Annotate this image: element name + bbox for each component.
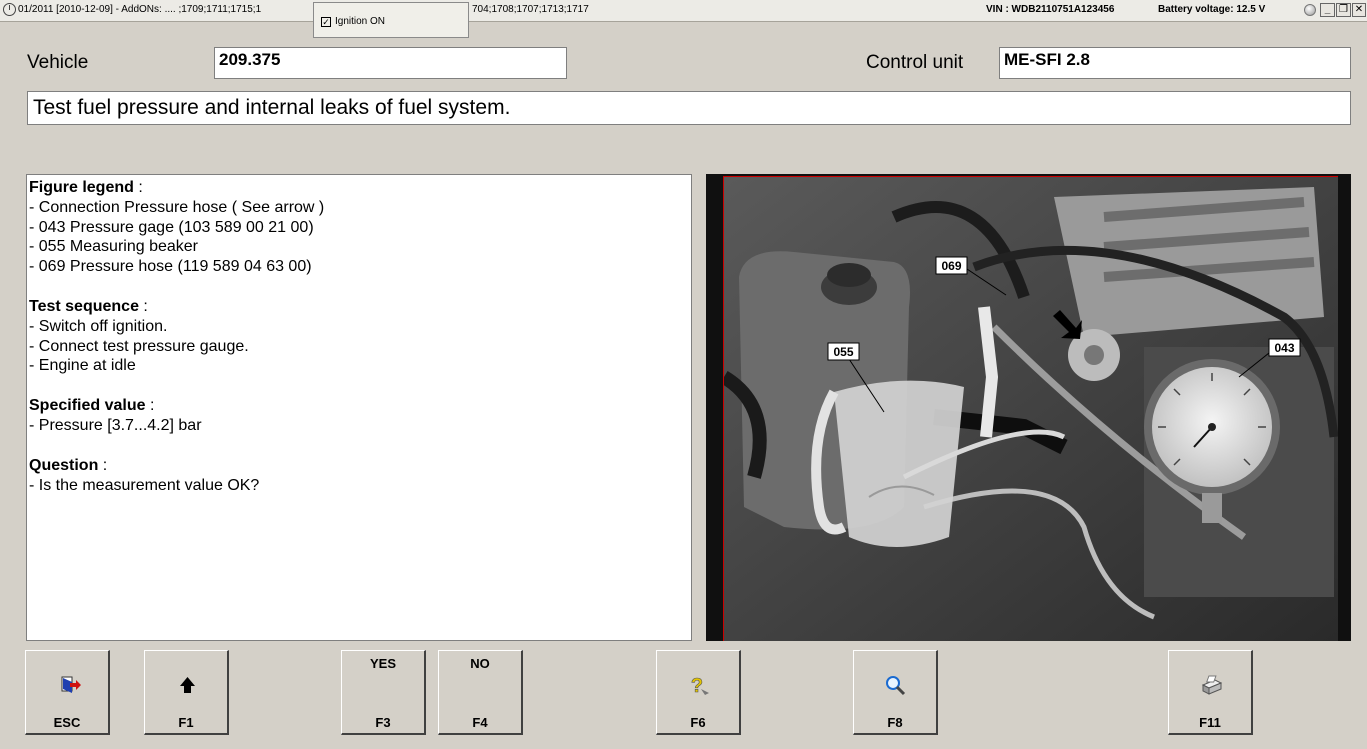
- up-arrow-icon: [145, 673, 227, 697]
- ignition-label: Ignition ON: [335, 16, 386, 27]
- vehicle-field: 209.375: [214, 47, 567, 79]
- svg-text:?: ?: [691, 675, 703, 697]
- section-question: Question : - Is the measurement value OK…: [29, 456, 689, 496]
- ignition-indicator[interactable]: ✓ Ignition ON: [313, 2, 469, 38]
- no-button[interactable]: NO F4: [438, 650, 523, 735]
- mercedes-star-icon: [3, 3, 16, 16]
- list-item: - Pressure [3.7...4.2] bar: [29, 416, 202, 434]
- control-unit-label: Control unit: [866, 52, 964, 73]
- section-colon: :: [143, 297, 148, 315]
- f1-button[interactable]: F1: [144, 650, 229, 735]
- section-title: Specified value: [29, 397, 146, 415]
- list-item: - Is the measurement value OK?: [29, 476, 260, 494]
- test-title: Test fuel pressure and internal leaks of…: [27, 91, 1351, 125]
- f6-help-button[interactable]: ? F6: [656, 650, 741, 735]
- close-button[interactable]: ✕: [1352, 3, 1366, 17]
- title-text-continued: 704;1708;1707;1713;1717: [472, 4, 589, 15]
- esc-button[interactable]: ESC: [25, 650, 110, 735]
- list-item: - Connection Pressure hose ( See arrow ): [29, 198, 325, 216]
- list-item: - 043 Pressure gage (103 589 00 21 00): [29, 218, 314, 236]
- f4-label: F4: [472, 715, 488, 730]
- section-colon: :: [138, 179, 143, 196]
- engine-bay-illustration: 069 055 043: [724, 177, 1338, 641]
- vin-readout: VIN : WDB2110751A123456: [986, 4, 1115, 15]
- list-item: - Engine at idle: [29, 357, 136, 375]
- f8-zoom-button[interactable]: F8: [853, 650, 938, 735]
- section-colon: :: [102, 456, 108, 474]
- yes-button[interactable]: YES F3: [341, 650, 426, 735]
- printer-icon: [1169, 673, 1251, 697]
- list-item: - Connect test pressure gauge.: [29, 337, 249, 355]
- no-label: NO: [470, 656, 490, 671]
- minimize-button[interactable]: _: [1320, 3, 1335, 17]
- list-item: - 069 Pressure hose (119 589 04 63 00): [29, 258, 312, 276]
- help-question-icon: ?: [657, 673, 739, 697]
- battery-status-icon: [1304, 4, 1316, 16]
- restore-button[interactable]: ❐: [1336, 3, 1351, 17]
- section-title: Test sequence: [29, 297, 139, 315]
- label-069: 069: [941, 259, 961, 273]
- section-colon: :: [149, 397, 155, 415]
- f11-print-button[interactable]: F11: [1168, 650, 1253, 735]
- section-title: Question: [29, 456, 99, 474]
- section-test-sequence: Test sequence : - Switch off ignition. -…: [29, 297, 689, 376]
- control-unit-field: ME-SFI 2.8: [999, 47, 1351, 79]
- label-055: 055: [833, 345, 853, 359]
- f6-label: F6: [690, 715, 706, 730]
- magnifier-icon: [854, 673, 936, 697]
- f3-label: F3: [375, 715, 391, 730]
- label-043: 043: [1274, 341, 1294, 355]
- section-figure-legend: Figure legend : - Connection Pressure ho…: [29, 178, 689, 277]
- f1-label: F1: [178, 715, 194, 730]
- f8-label: F8: [887, 715, 903, 730]
- title-bar: 01/2011 [2010-12-09] - AddONs: .... ;170…: [0, 0, 1367, 22]
- title-text: 01/2011 [2010-12-09] - AddONs: .... ;170…: [18, 4, 262, 15]
- checkbox-checked-icon: ✓: [321, 17, 331, 27]
- exit-door-icon: [26, 673, 108, 697]
- figure-frame: 069 055 043: [706, 174, 1351, 641]
- battery-voltage-readout: Battery voltage: 12.5 V: [1158, 4, 1266, 15]
- list-item: - 055 Measuring beaker: [29, 238, 198, 256]
- yes-label: YES: [369, 656, 396, 671]
- f11-label: F11: [1199, 715, 1221, 730]
- section-specified-value: Specified value : - Pressure [3.7...4.2]…: [29, 396, 689, 436]
- list-item: - Switch off ignition.: [29, 317, 168, 335]
- esc-label: ESC: [53, 715, 81, 730]
- instructions-panel: Figure legend : - Connection Pressure ho…: [26, 174, 692, 641]
- vehicle-label: Vehicle: [27, 52, 89, 73]
- section-title: Figure legend: [29, 179, 134, 196]
- engine-photo: 069 055 043: [723, 176, 1338, 641]
